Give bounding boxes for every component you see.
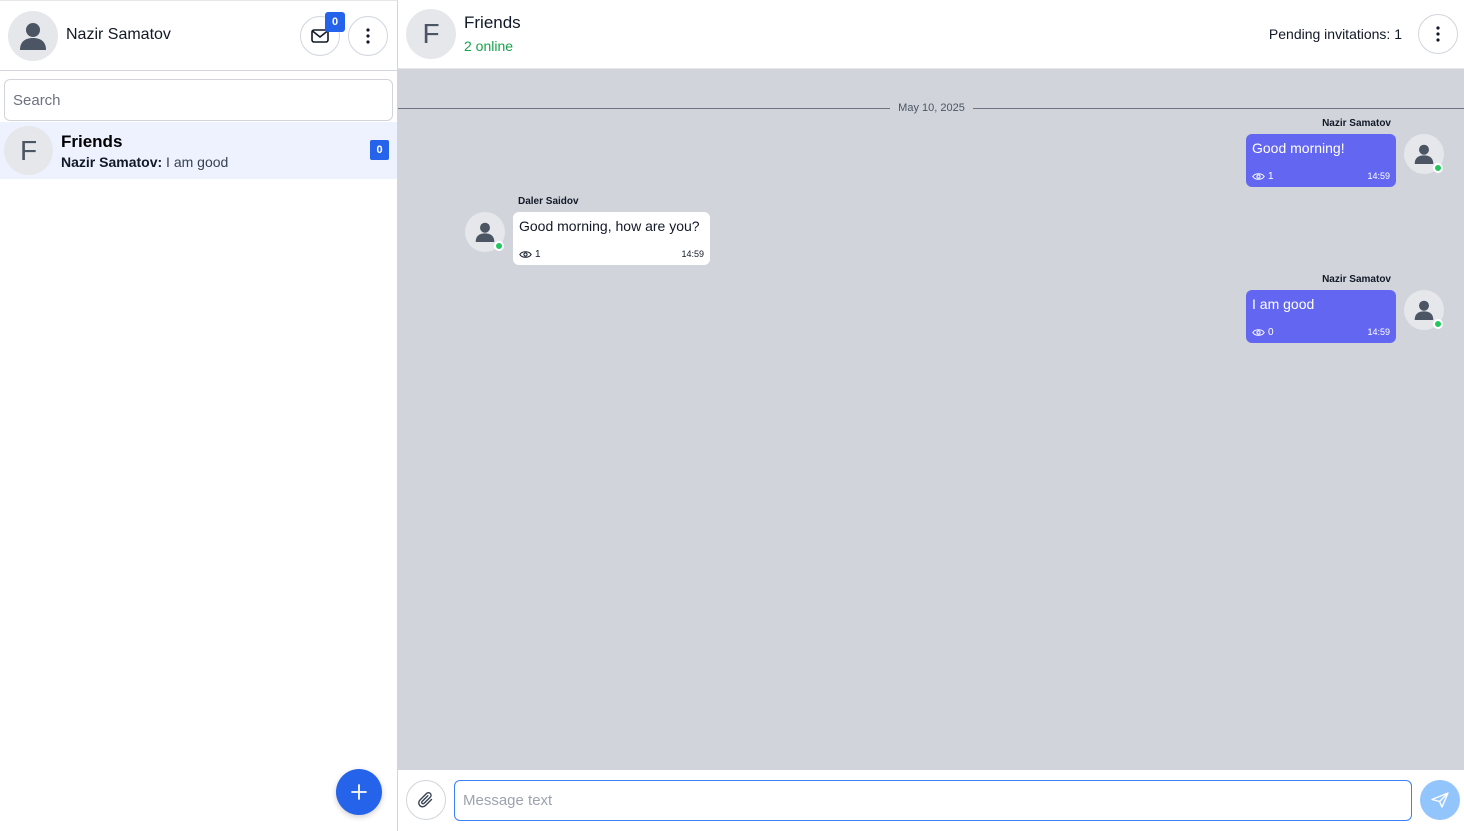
message-time: 14:59 — [681, 249, 704, 259]
chat-avatar: F — [4, 126, 53, 175]
person-icon — [1414, 300, 1434, 320]
message-time: 14:59 — [1367, 327, 1390, 337]
message-views: 1 — [519, 249, 541, 260]
inbox-count-badge: 0 — [325, 12, 345, 32]
sender-avatar[interactable] — [465, 212, 505, 252]
message-composer — [398, 770, 1464, 831]
eye-icon — [1252, 173, 1265, 180]
divider — [973, 108, 1464, 109]
message-views: 1 — [1252, 171, 1274, 182]
message-sender: Nazir Samatov — [1322, 118, 1391, 129]
pending-invitations[interactable]: Pending invitations: 1 — [1269, 26, 1402, 42]
online-indicator — [1433, 319, 1443, 329]
message-text: I am good — [1252, 296, 1315, 312]
view-count: 0 — [1268, 327, 1274, 338]
online-indicator — [1433, 163, 1443, 173]
chat-header: F Friends 2 online Pending invitations: … — [398, 0, 1464, 69]
message-list[interactable]: May 10, 2025 Nazir Samatov Good morning!… — [398, 69, 1464, 770]
eye-icon — [1252, 329, 1265, 336]
online-indicator — [494, 241, 504, 251]
current-user-name: Nazir Samatov — [66, 26, 171, 43]
message-views: 0 — [1252, 327, 1274, 338]
kebab-icon — [1436, 26, 1440, 42]
chat-list-item[interactable]: F Friends Nazir Samatov: I am good 0 — [0, 122, 397, 179]
online-status: 2 online — [464, 38, 514, 54]
plus-icon — [351, 784, 367, 800]
divider — [398, 108, 890, 109]
send-button[interactable] — [1420, 780, 1460, 820]
group-avatar[interactable]: F — [406, 9, 456, 59]
unread-count-badge: 0 — [370, 140, 389, 160]
person-icon — [475, 222, 495, 242]
message-time: 14:59 — [1367, 171, 1390, 181]
sender-avatar[interactable] — [1404, 134, 1444, 174]
message-sender: Daler Saidov — [518, 196, 579, 207]
date-separator: May 10, 2025 — [398, 102, 1464, 116]
chat-last-message: Nazir Samatov: I am good — [61, 154, 228, 170]
person-icon — [1414, 144, 1434, 164]
kebab-icon — [366, 28, 370, 44]
new-chat-button[interactable] — [336, 769, 382, 815]
date-label: May 10, 2025 — [898, 102, 965, 114]
chat-panel: F Friends 2 online Pending invitations: … — [398, 0, 1464, 831]
view-count: 1 — [535, 249, 541, 260]
chat-title: Friends — [61, 132, 123, 151]
user-avatar[interactable] — [8, 11, 58, 61]
message-text: Good morning! — [1252, 140, 1345, 156]
message-text: Good morning, how are you? — [519, 218, 700, 234]
sidebar: Nazir Samatov 0 F Friends Nazir Samatov:… — [0, 0, 398, 831]
group-title: Friends — [464, 13, 521, 32]
sidebar-menu-button[interactable] — [348, 16, 388, 56]
sender-avatar[interactable] — [1404, 290, 1444, 330]
message-bubble[interactable]: I am good 0 14:59 — [1246, 290, 1396, 343]
person-icon — [20, 23, 46, 50]
chat-menu-button[interactable] — [1418, 14, 1458, 54]
attach-button[interactable] — [406, 780, 446, 820]
message-sender: Nazir Samatov — [1322, 274, 1391, 285]
chat-last-message-author: Nazir Samatov: — [61, 154, 163, 170]
eye-icon — [519, 251, 532, 258]
message-bubble[interactable]: Good morning, how are you? 1 14:59 — [513, 212, 710, 265]
sidebar-header: Nazir Samatov 0 — [0, 1, 397, 71]
view-count: 1 — [1268, 171, 1274, 182]
paper-plane-icon — [1431, 792, 1449, 808]
message-input[interactable] — [454, 780, 1412, 821]
paperclip-icon — [418, 791, 433, 808]
search-input[interactable] — [4, 79, 393, 121]
chat-last-message-text: I am good — [162, 154, 229, 170]
message-bubble[interactable]: Good morning! 1 14:59 — [1246, 134, 1396, 187]
